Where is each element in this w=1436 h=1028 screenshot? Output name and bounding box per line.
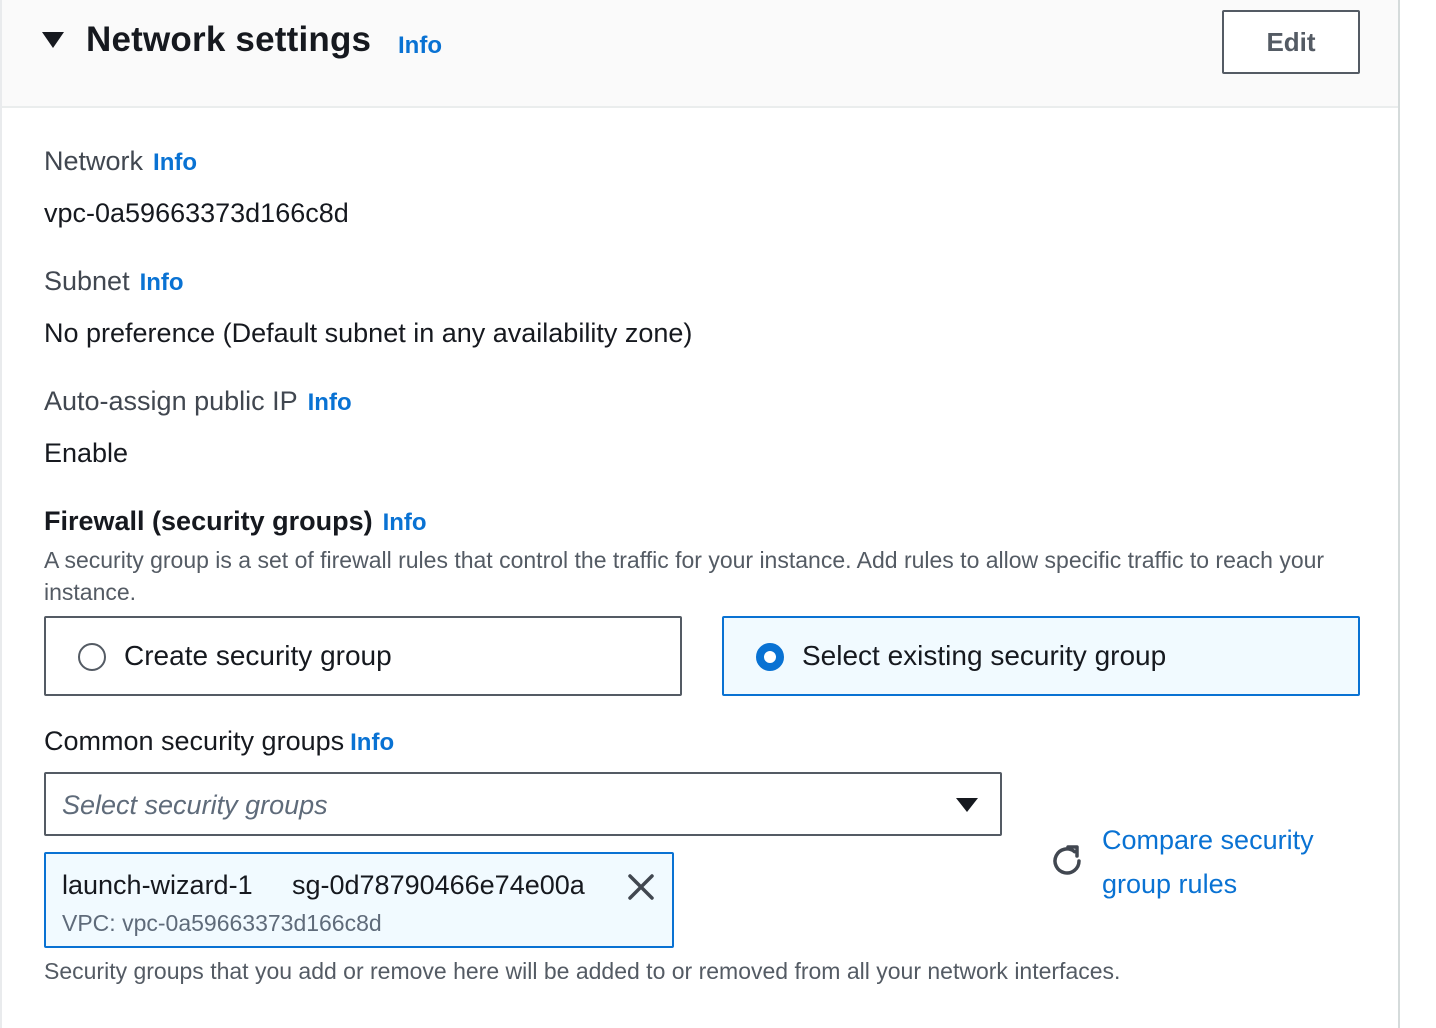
close-icon[interactable] (624, 870, 658, 904)
public-ip-value: Enable (44, 438, 129, 468)
common-security-groups-label-row: Common security groups Info (44, 726, 394, 757)
section-title: Network settings (86, 20, 372, 59)
select-existing-security-group-label: Select existing security group (802, 640, 1167, 671)
edit-button[interactable]: Edit (1222, 10, 1360, 74)
network-info-link[interactable]: Info (153, 149, 197, 176)
subnet-label: Subnet (44, 266, 130, 296)
security-groups-footnote: Security groups that you add or remove h… (44, 958, 1121, 984)
token-vpc: VPC: vpc-0a59663373d166c8d (62, 910, 382, 936)
network-label-row: Network Info (44, 146, 197, 177)
security-groups-placeholder: Select security groups (62, 790, 328, 820)
subnet-info-link[interactable]: Info (140, 269, 184, 296)
firewall-description: A security group is a set of firewall ru… (44, 547, 1325, 605)
compare-security-group-rules-link[interactable]: Compare security group rules (1102, 818, 1362, 906)
subnet-value: No preference (Default subnet in any ava… (44, 318, 693, 348)
create-security-group-option[interactable]: Create security group (44, 616, 682, 696)
token-group-id: sg-0d78790466e74e00a (292, 870, 585, 900)
network-value: vpc-0a59663373d166c8d (44, 198, 349, 228)
common-security-groups-label: Common security groups (44, 726, 345, 756)
selected-security-group-token: launch-wizard-1 sg-0d78790466e74e00a VPC… (44, 852, 674, 948)
security-groups-select[interactable]: Select security groups (44, 772, 1002, 836)
firewall-title-row: Firewall (security groups) Info (44, 506, 427, 537)
token-group-name: launch-wizard-1 (62, 870, 253, 900)
refresh-icon[interactable] (1048, 842, 1086, 880)
public-ip-info-link[interactable]: Info (308, 389, 352, 416)
common-security-groups-info-link[interactable]: Info (350, 729, 394, 756)
network-settings-panel: Network settings Info Edit Network Info v… (0, 0, 1400, 1028)
radio-selected-icon[interactable] (756, 643, 784, 671)
dropdown-caret-icon (956, 798, 978, 812)
section-info-link[interactable]: Info (398, 32, 442, 60)
section-header: Network settings Info Edit (2, 0, 1398, 108)
caret-down-icon[interactable] (42, 32, 64, 48)
public-ip-label-row: Auto-assign public IP Info (44, 386, 352, 417)
firewall-info-link[interactable]: Info (383, 509, 427, 536)
firewall-title: Firewall (security groups) (44, 506, 373, 536)
public-ip-label: Auto-assign public IP (44, 386, 298, 416)
create-security-group-label: Create security group (124, 640, 392, 671)
radio-icon[interactable] (78, 643, 106, 671)
network-label: Network (44, 146, 144, 176)
subnet-label-row: Subnet Info (44, 266, 184, 297)
select-existing-security-group-option[interactable]: Select existing security group (722, 616, 1360, 696)
